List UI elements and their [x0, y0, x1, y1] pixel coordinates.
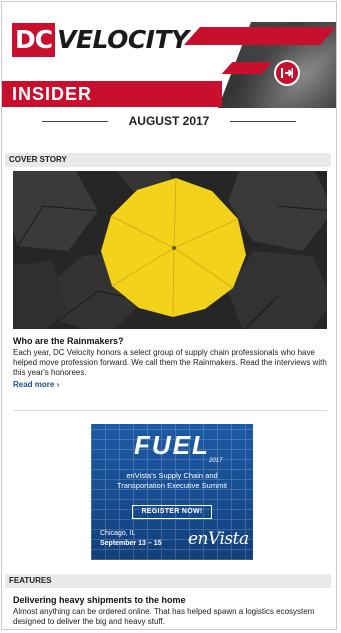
ad-subtitle: enVista's Supply Chain and Transportatio… — [91, 471, 253, 491]
insider-banner: INSIDER — [2, 81, 222, 107]
exit-icon-glyph — [281, 68, 293, 78]
ad-dates: September 13 – 15 — [100, 540, 162, 547]
ad-subtitle-line2: Transportation Executive Summit — [116, 481, 228, 490]
features-header: FEATURES — [5, 574, 331, 588]
feature-summary: Almost anything can be ordered online. T… — [13, 607, 315, 626]
ad-headline: FUEL — [134, 430, 210, 460]
register-now-button[interactable]: REGISTER NOW! — [132, 505, 212, 519]
fuel-summit-ad[interactable]: FUEL 2017 enVista's Supply Chain and Tra… — [91, 424, 253, 560]
umbrella-image — [13, 171, 327, 329]
issue-dateline: AUGUST 2017 — [2, 110, 336, 134]
ad-event-info: Chicago, IL September 13 – 15 — [100, 529, 161, 549]
ad-year: 2017 — [209, 458, 223, 464]
dc-velocity-logo[interactable]: DC VELOCITY — [12, 22, 189, 58]
cover-read-more-link[interactable]: Read more › — [13, 380, 59, 389]
feature-title[interactable]: Delivering heavy shipments to the home — [13, 595, 186, 605]
newsletter-frame: DC VELOCITY INSIDER AUGUST 2017 COVER ST… — [1, 1, 337, 630]
cover-story-title[interactable]: Who are the Rainmakers? — [13, 336, 124, 346]
dateline-rule-right — [230, 121, 296, 122]
exit-icon[interactable] — [274, 60, 300, 86]
newsletter-header: DC VELOCITY INSIDER — [2, 2, 336, 110]
section-divider — [13, 410, 327, 411]
logo-velocity: VELOCITY — [57, 25, 189, 54]
insider-label: INSIDER — [12, 84, 93, 104]
header-stripe — [183, 27, 336, 45]
envista-logo: enVista — [188, 529, 249, 549]
logo-dc: DC — [12, 23, 56, 57]
cover-story-header: COVER STORY — [5, 153, 331, 167]
ad-subtitle-line1: enVista's Supply Chain and — [126, 471, 218, 480]
ad-location: Chicago, IL — [100, 530, 136, 537]
cover-story-summary: Each year, DC Velocity honors a select g… — [13, 348, 327, 377]
cover-story-image[interactable] — [13, 171, 327, 329]
